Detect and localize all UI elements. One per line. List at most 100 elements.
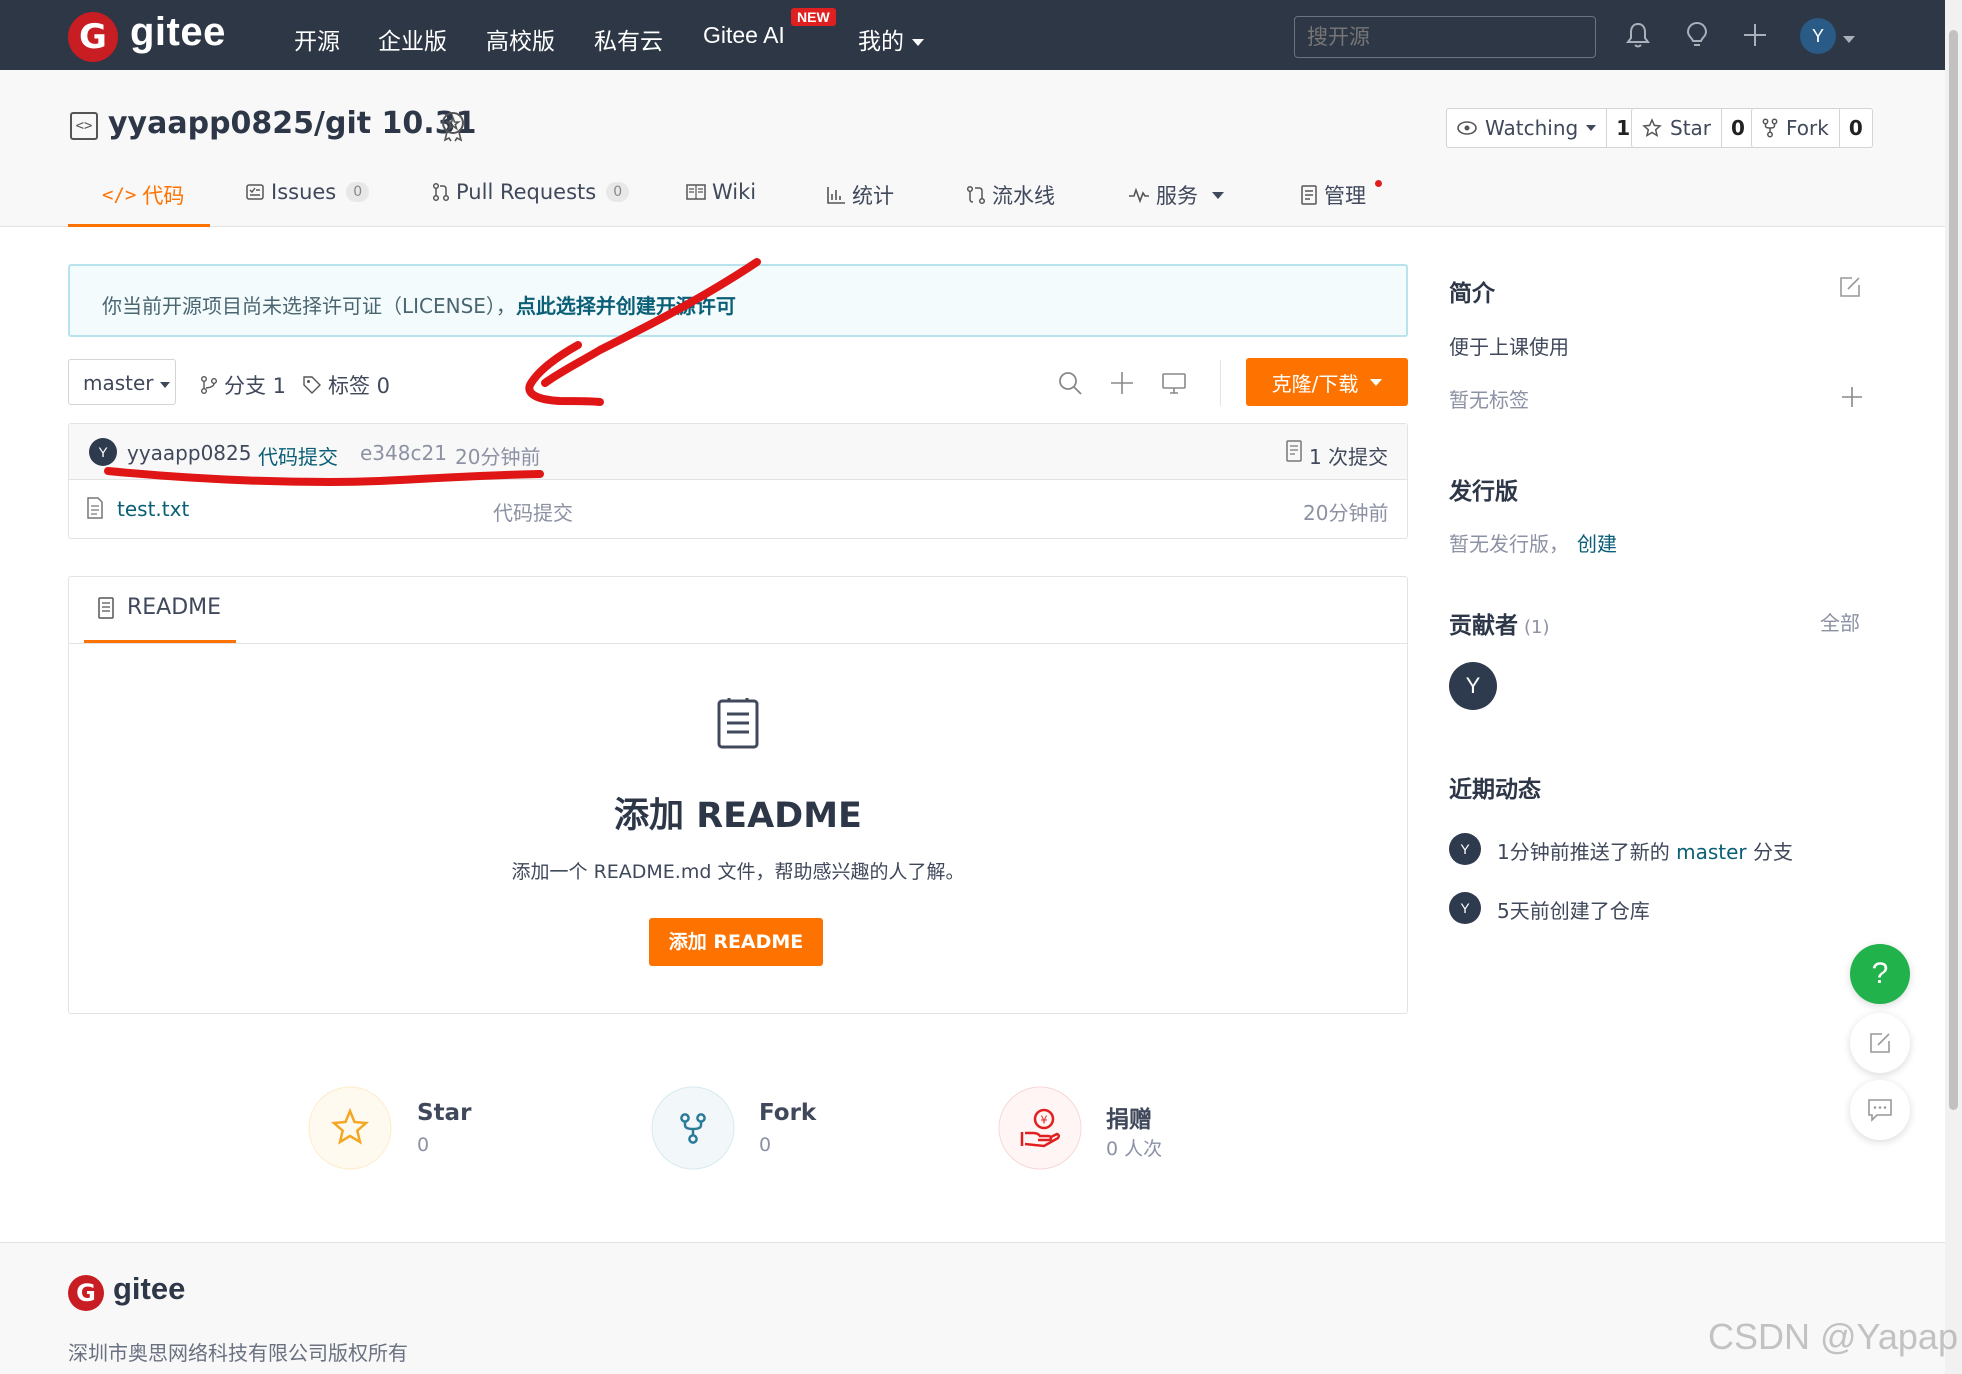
- page-scrollbar[interactable]: [1945, 0, 1962, 1374]
- chat-icon: [1868, 1099, 1892, 1122]
- nav-link-open-source[interactable]: 开源: [294, 22, 340, 56]
- star-stat-icon[interactable]: [308, 1086, 392, 1170]
- tab-issues[interactable]: Issues 0: [245, 180, 370, 204]
- commit-time: 20分钟前: [455, 445, 541, 469]
- commit-count[interactable]: 1 次提交: [1309, 441, 1388, 470]
- commit-hash[interactable]: e348c21: [360, 441, 447, 465]
- tags-label: 标签 0: [328, 374, 391, 398]
- sidebar-no-release: 暂无发行版，: [1449, 532, 1569, 556]
- code-icon: </>: [102, 184, 137, 206]
- sidebar-intro-text: 便于上课使用: [1449, 335, 1569, 359]
- bell-icon[interactable]: [1623, 20, 1653, 50]
- star-stat-label: Star: [417, 1100, 472, 1126]
- watch-button[interactable]: Watching 1: [1446, 108, 1641, 148]
- nav-link-enterprise[interactable]: 企业版: [378, 22, 447, 56]
- branches-label: 分支 1: [224, 374, 287, 398]
- activity-item: 1分钟前推送了新的 master 分支: [1497, 836, 1793, 865]
- contributor-avatar[interactable]: Y: [1449, 662, 1497, 710]
- donate-stat-value: 0 人次: [1106, 1138, 1163, 1160]
- tab-pull-requests-label: Pull Requests: [456, 180, 597, 204]
- tab-services[interactable]: 服务: [1128, 180, 1224, 210]
- tab-wiki-label: Wiki: [712, 180, 757, 204]
- activity-text: 1分钟前推送了新的: [1497, 840, 1677, 864]
- recommend-badge-icon[interactable]: [438, 110, 468, 142]
- license-notice: 你当前开源项目尚未选择许可证（LICENSE），点此选择并创建开源许可: [68, 264, 1408, 337]
- fork-label: Fork: [1786, 116, 1829, 140]
- star-label: Star: [1670, 116, 1712, 140]
- help-button[interactable]: ?: [1850, 944, 1910, 1004]
- tags-link[interactable]: 标签 0: [302, 370, 390, 400]
- fork-count[interactable]: 0: [1838, 109, 1872, 147]
- gitee-logo-icon[interactable]: G: [68, 12, 118, 62]
- file-commit-message[interactable]: 代码提交: [493, 497, 573, 526]
- add-tag-icon[interactable]: [1840, 385, 1864, 409]
- gitee-logo-text[interactable]: gitee: [130, 10, 226, 55]
- footer-copyright: 深圳市奥思网络科技有限公司版权所有: [68, 1341, 408, 1365]
- activity-suffix: 分支: [1746, 840, 1793, 864]
- repo-title[interactable]: yyaapp0825/git 10.31: [108, 106, 476, 141]
- fork-stat-label: Fork: [759, 1100, 817, 1126]
- tab-pull-requests[interactable]: Pull Requests 0: [432, 180, 630, 204]
- readme-tab-label: README: [127, 595, 222, 620]
- user-avatar[interactable]: Y: [1800, 18, 1836, 54]
- pulse-icon: [1129, 187, 1149, 203]
- lightbulb-icon[interactable]: [1682, 20, 1712, 50]
- nav-link-mine[interactable]: 我的: [858, 22, 924, 56]
- branches-link[interactable]: 分支 1: [200, 370, 286, 400]
- branch-select[interactable]: master: [68, 359, 176, 405]
- clone-download-label: 克隆/下载: [1271, 371, 1359, 396]
- search-icon[interactable]: [1057, 370, 1083, 396]
- fork-button[interactable]: Fork 0: [1751, 108, 1873, 148]
- toolbar-divider: [1220, 360, 1221, 406]
- scrollbar-thumb[interactable]: [1949, 30, 1958, 1110]
- star-button[interactable]: Star 0: [1631, 108, 1755, 148]
- activity-avatar[interactable]: Y: [1449, 892, 1481, 924]
- sidebar-activity-title: 近期动态: [1449, 777, 1541, 803]
- readme-doc-icon: [717, 698, 759, 749]
- sidebar-no-tags: 暂无标签: [1449, 388, 1529, 412]
- clone-download-button[interactable]: 克隆/下载: [1246, 358, 1408, 406]
- search-input[interactable]: [1294, 16, 1596, 58]
- eye-icon: [1457, 121, 1477, 135]
- chat-button[interactable]: [1850, 1080, 1910, 1140]
- activity-avatar[interactable]: Y: [1449, 833, 1481, 865]
- tab-stats[interactable]: 统计: [826, 180, 894, 210]
- chevron-down-icon: [912, 39, 924, 46]
- edit-icon[interactable]: [1838, 275, 1862, 299]
- license-create-link[interactable]: 点此选择并创建开源许可: [516, 294, 736, 318]
- file-name[interactable]: test.txt: [117, 497, 189, 521]
- create-release-link[interactable]: 创建: [1577, 532, 1617, 556]
- fork-stat-icon[interactable]: [651, 1086, 735, 1170]
- tab-pipeline[interactable]: 流水线: [966, 180, 1055, 210]
- plus-icon[interactable]: [1740, 20, 1770, 50]
- file-row[interactable]: test.txt 代码提交 20分钟前: [69, 480, 1407, 538]
- activity-text: 5天前创建了仓库: [1497, 899, 1650, 923]
- tab-pull-requests-count: 0: [606, 182, 630, 202]
- star-count[interactable]: 0: [1721, 109, 1754, 147]
- commit-author-avatar[interactable]: Y: [89, 438, 117, 466]
- add-readme-button[interactable]: 添加 README: [649, 918, 823, 966]
- feedback-button[interactable]: [1850, 1013, 1910, 1073]
- readme-tab[interactable]: README: [97, 595, 221, 620]
- tab-active-indicator: [68, 224, 210, 227]
- nav-link-gitee-ai[interactable]: Gitee AI: [703, 22, 785, 49]
- tab-issues-label: Issues: [271, 180, 337, 204]
- readme-doc-icon: [98, 596, 114, 619]
- footer-logo-icon[interactable]: G: [68, 1275, 104, 1311]
- bar-chart-icon: [827, 187, 845, 204]
- footer-logo-text[interactable]: gitee: [113, 1271, 185, 1307]
- add-file-icon[interactable]: [1109, 370, 1135, 396]
- nav-link-private-cloud[interactable]: 私有云: [594, 22, 663, 56]
- file-list: Y yyaapp0825 代码提交 e348c21 20分钟前 1 次提交 te…: [68, 423, 1408, 539]
- donate-stat-icon[interactable]: ¥: [998, 1086, 1082, 1170]
- web-ide-icon[interactable]: [1161, 370, 1187, 396]
- activity-branch-link[interactable]: master: [1676, 840, 1747, 864]
- tab-wiki[interactable]: Wiki: [686, 180, 756, 204]
- commit-message[interactable]: 代码提交: [258, 441, 338, 470]
- nav-link-education[interactable]: 高校版: [486, 22, 555, 56]
- chevron-down-icon[interactable]: [1843, 26, 1855, 50]
- tab-code[interactable]: </> 代码: [102, 180, 184, 210]
- contributors-all-link[interactable]: 全部: [1820, 607, 1860, 636]
- commit-author[interactable]: yyaapp0825: [127, 441, 251, 465]
- tab-manage[interactable]: 管理: [1300, 180, 1366, 210]
